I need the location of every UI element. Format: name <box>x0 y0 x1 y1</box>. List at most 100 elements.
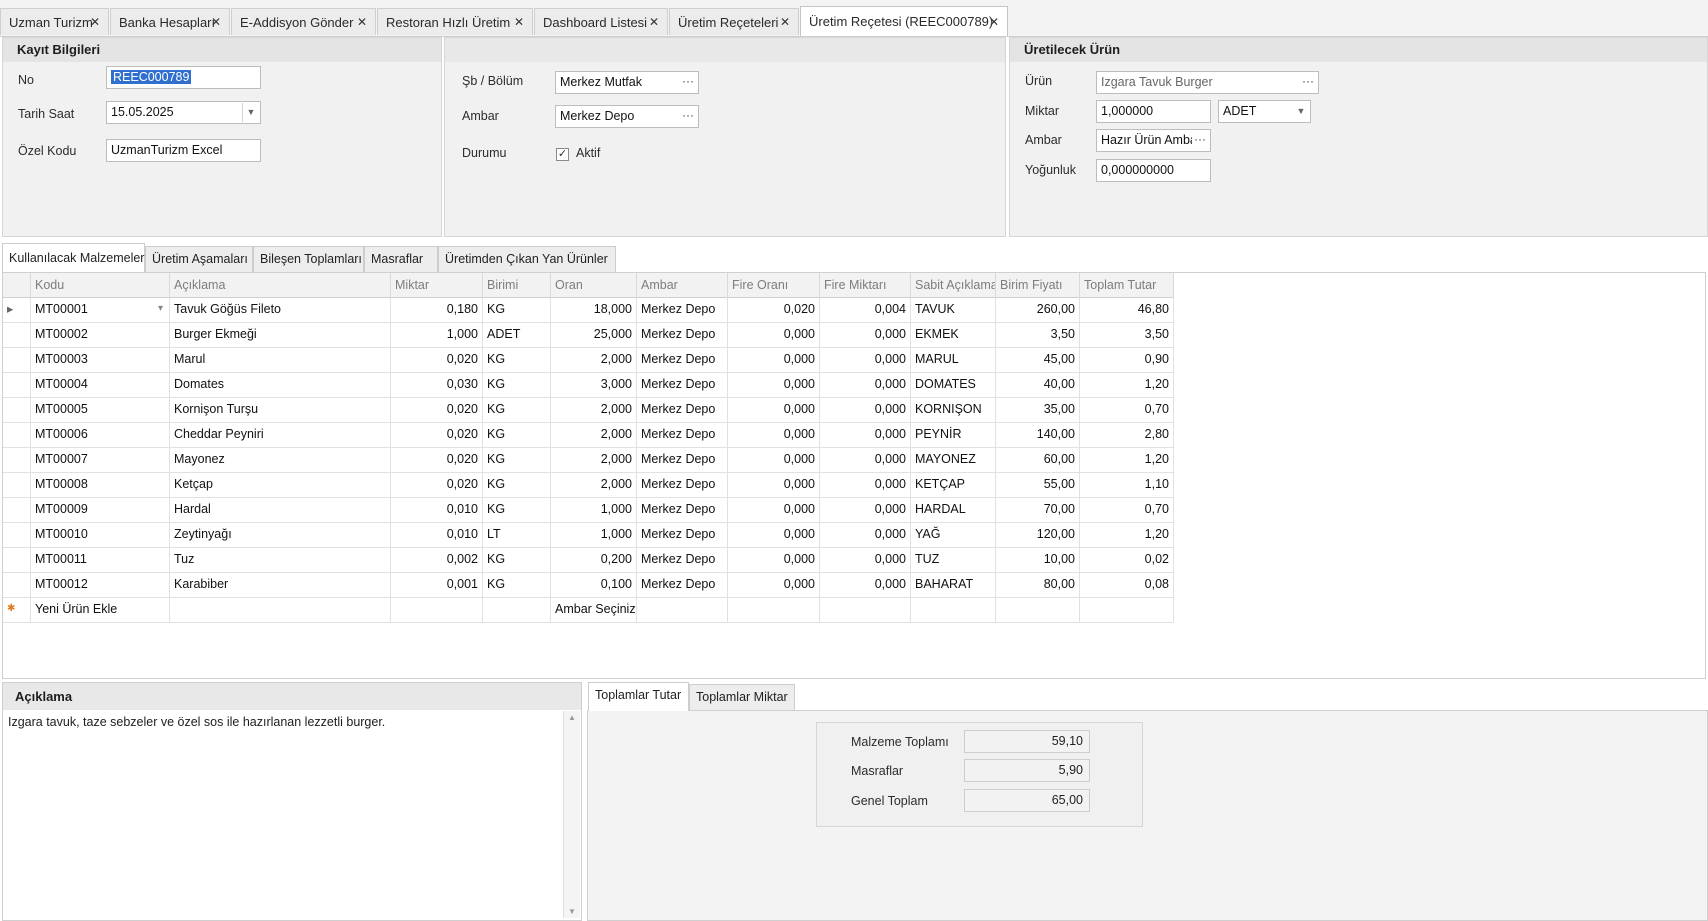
table-cell[interactable]: 0,70 <box>1080 497 1174 522</box>
table-cell[interactable]: Merkez Depo <box>637 572 728 597</box>
table-cell[interactable]: KG <box>483 497 551 522</box>
table-row[interactable]: MT00008 Ketçap 0,020 KG 2,000 Merkez Depo 0,00… <box>3 472 1174 498</box>
table-row[interactable]: MT00010 Zeytinyağı 0,010 LT 1,000 Merkez Depo… <box>3 522 1174 548</box>
tab-restoran-hizli-uretim[interactable]: Restoran Hızlı Üretim ✕ <box>377 8 533 35</box>
table-cell[interactable]: 1,000 <box>551 497 637 522</box>
chevron-down-icon[interactable]: ▼ <box>1293 102 1309 121</box>
table-cell[interactable]: 2,000 <box>551 347 637 372</box>
table-cell[interactable]: 0,000 <box>728 547 820 572</box>
table-cell[interactable]: 0,002 <box>391 547 483 572</box>
table-cell[interactable]: Merkez Depo <box>637 522 728 547</box>
table-cell[interactable]: KETÇAP <box>911 472 996 497</box>
table-cell[interactable]: Merkez Depo <box>637 447 728 472</box>
table-cell[interactable]: Merkez Depo <box>637 422 728 447</box>
table-cell[interactable]: TUZ <box>911 547 996 572</box>
ellipsis-icon[interactable]: ··· <box>680 72 696 90</box>
table-cell[interactable]: 3,000 <box>551 372 637 397</box>
table-cell[interactable]: MT00010 <box>31 522 170 547</box>
close-icon[interactable]: ✕ <box>649 15 659 29</box>
table-cell[interactable]: 80,00 <box>996 572 1080 597</box>
column-header[interactable]: Oran <box>551 273 637 297</box>
table-cell[interactable]: 45,00 <box>996 347 1080 372</box>
table-cell[interactable]: 2,000 <box>551 397 637 422</box>
table-row[interactable]: MT00003 Marul 0,020 KG 2,000 Merkez Depo 0,000… <box>3 347 1174 373</box>
table-cell[interactable]: 3,50 <box>1080 322 1174 347</box>
scrollbar[interactable]: ▲ ▼ <box>563 711 580 918</box>
table-cell[interactable]: 35,00 <box>996 397 1080 422</box>
table-cell[interactable]: 0,020 <box>391 397 483 422</box>
table-cell[interactable]: Burger Ekmeği <box>170 322 391 347</box>
table-cell[interactable]: 0,000 <box>728 347 820 372</box>
aciklama-textarea[interactable]: Izgara tavuk, taze sebzeler ve özel sos … <box>8 715 558 729</box>
table-cell[interactable]: 0,000 <box>728 472 820 497</box>
column-header[interactable]: Toplam Tutar <box>1080 273 1174 297</box>
table-cell[interactable]: 40,00 <box>996 372 1080 397</box>
tab-uretim-receteleri[interactable]: Üretim Reçeteleri ✕ <box>669 8 799 35</box>
table-cell[interactable]: 0,000 <box>728 322 820 347</box>
table-cell[interactable]: Karabiber <box>170 572 391 597</box>
table-cell[interactable]: 0,000 <box>728 372 820 397</box>
table-cell[interactable]: MT00007 <box>31 447 170 472</box>
table-cell[interactable] <box>1080 597 1174 622</box>
table-cell[interactable]: KG <box>483 547 551 572</box>
column-header[interactable]: Fire Oranı <box>728 273 820 297</box>
chevron-down-icon[interactable]: ▾ <box>158 297 163 321</box>
table-cell[interactable]: 0,010 <box>391 497 483 522</box>
table-cell[interactable]: 0,200 <box>551 547 637 572</box>
table-cell[interactable]: 0,004 <box>820 297 911 322</box>
table-cell[interactable]: 0,000 <box>728 572 820 597</box>
table-cell[interactable]: 0,08 <box>1080 572 1174 597</box>
tab-masraflar[interactable]: Masraflar <box>364 246 438 272</box>
table-cell[interactable] <box>911 597 996 622</box>
table-cell[interactable]: KG <box>483 572 551 597</box>
table-cell[interactable]: 0,030 <box>391 372 483 397</box>
table-cell[interactable]: MT00009 <box>31 497 170 522</box>
tab-kullanilacak-malzemeler[interactable]: Kullanılacak Malzemeler <box>2 243 145 273</box>
table-cell[interactable]: 0,000 <box>820 522 911 547</box>
table-cell[interactable]: 0,180 <box>391 297 483 322</box>
table-cell[interactable]: 0,000 <box>728 397 820 422</box>
table-cell[interactable]: MT00003 <box>31 347 170 372</box>
table-cell[interactable]: 0,000 <box>728 522 820 547</box>
table-cell[interactable]: 1,000 <box>391 322 483 347</box>
tab-toplamlar-tutar[interactable]: Toplamlar Tutar <box>588 682 689 711</box>
table-cell[interactable]: 0,000 <box>820 572 911 597</box>
table-cell[interactable]: 25,000 <box>551 322 637 347</box>
table-cell[interactable]: 2,000 <box>551 422 637 447</box>
table-cell[interactable]: 0,000 <box>820 447 911 472</box>
new-row[interactable]: ✱ Yeni Ürün Ekle Ambar Seçiniz <box>3 597 1174 623</box>
tab-e-addisyon[interactable]: E-Addisyon Gönder ✕ <box>231 8 376 35</box>
column-header[interactable]: Kodu <box>31 273 170 297</box>
tab-uretim-recetesi[interactable]: Üretim Reçetesi (REEC000789) ✕ <box>800 6 1008 36</box>
ozel-kodu-field[interactable]: UzmanTurizm Excel <box>106 139 261 162</box>
table-cell[interactable]: KG <box>483 472 551 497</box>
table-cell[interactable]: 120,00 <box>996 522 1080 547</box>
table-cell[interactable]: DOMATES <box>911 372 996 397</box>
table-cell[interactable]: 1,000 <box>551 522 637 547</box>
table-cell[interactable]: KG <box>483 372 551 397</box>
table-cell[interactable]: 0,000 <box>820 397 911 422</box>
table-cell[interactable]: Merkez Depo <box>637 547 728 572</box>
table-row[interactable]: MT00011 Tuz 0,002 KG 0,200 Merkez Depo 0,000 0,… <box>3 547 1174 573</box>
table-cell[interactable]: 0,001 <box>391 572 483 597</box>
table-cell[interactable] <box>728 597 820 622</box>
table-cell[interactable]: Merkez Depo <box>637 347 728 372</box>
table-cell[interactable]: MT00011 <box>31 547 170 572</box>
tab-bilesen-toplamlari[interactable]: Bileşen Toplamları <box>253 246 364 272</box>
table-cell[interactable]: 70,00 <box>996 497 1080 522</box>
table-cell[interactable]: KG <box>483 297 551 322</box>
urun-ambar-field[interactable]: Hazır Ürün Ambar ··· <box>1096 129 1211 152</box>
table-cell[interactable]: 0,000 <box>820 322 911 347</box>
table-row[interactable]: MT00012 Karabiber 0,001 KG 0,100 Merkez Depo 0… <box>3 572 1174 598</box>
ellipsis-icon[interactable]: ··· <box>680 106 696 124</box>
table-cell[interactable]: TAVUK <box>911 297 996 322</box>
table-cell[interactable]: 1,20 <box>1080 447 1174 472</box>
table-cell[interactable]: KORNIŞON <box>911 397 996 422</box>
table-cell[interactable]: 0,020 <box>391 347 483 372</box>
table-cell[interactable]: 46,80 <box>1080 297 1174 322</box>
table-cell[interactable]: MT00008 <box>31 472 170 497</box>
tab-yan-urunler[interactable]: Üretimden Çıkan Yan Ürünler <box>438 246 616 272</box>
table-cell[interactable] <box>820 597 911 622</box>
column-header[interactable]: Birim Fiyatı <box>996 273 1080 297</box>
new-row-label[interactable]: Yeni Ürün Ekle <box>31 597 170 622</box>
